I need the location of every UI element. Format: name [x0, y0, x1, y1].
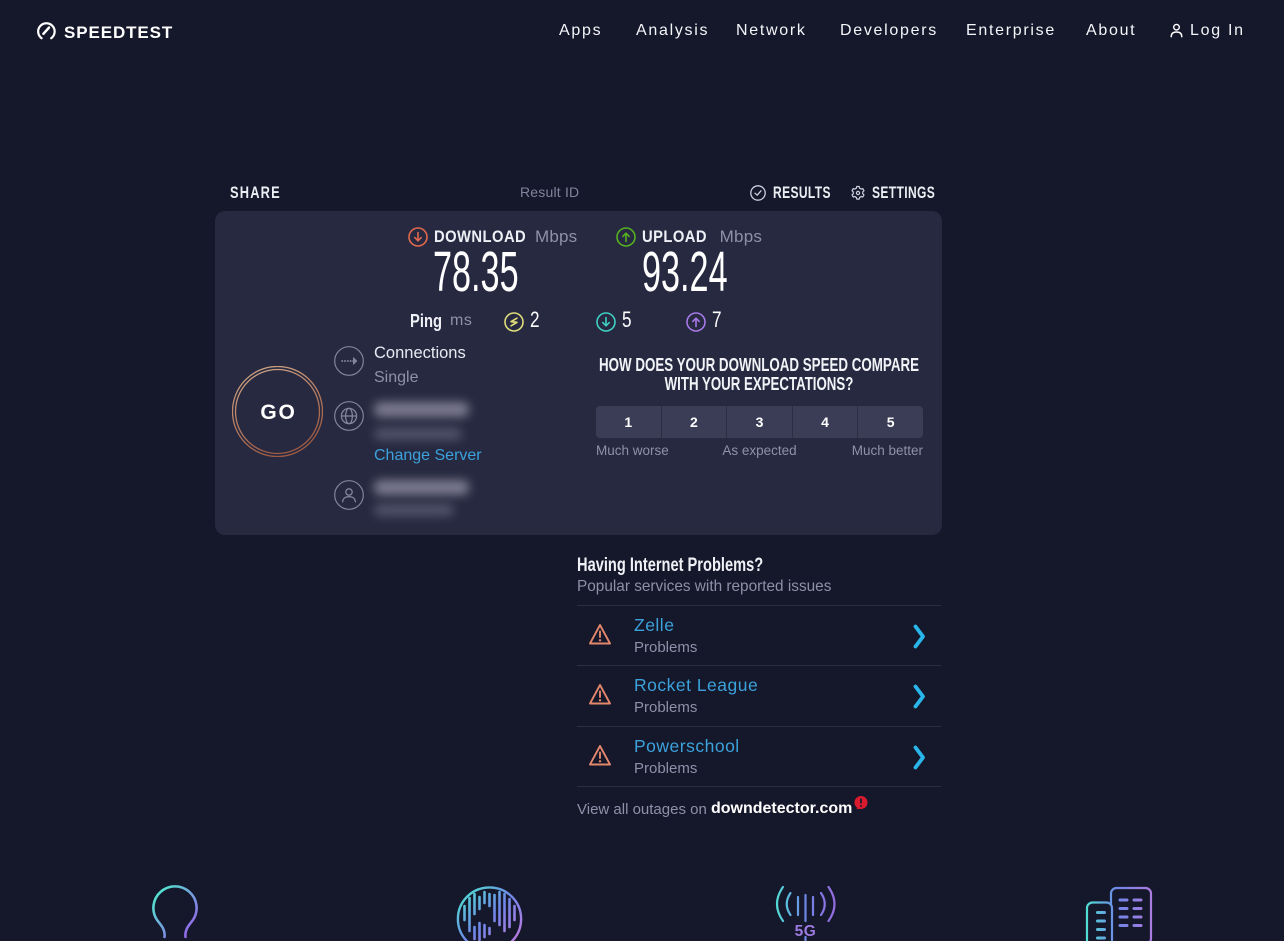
svg-text:GO: GO — [260, 401, 296, 424]
svg-text:5G: 5G — [795, 923, 817, 940]
